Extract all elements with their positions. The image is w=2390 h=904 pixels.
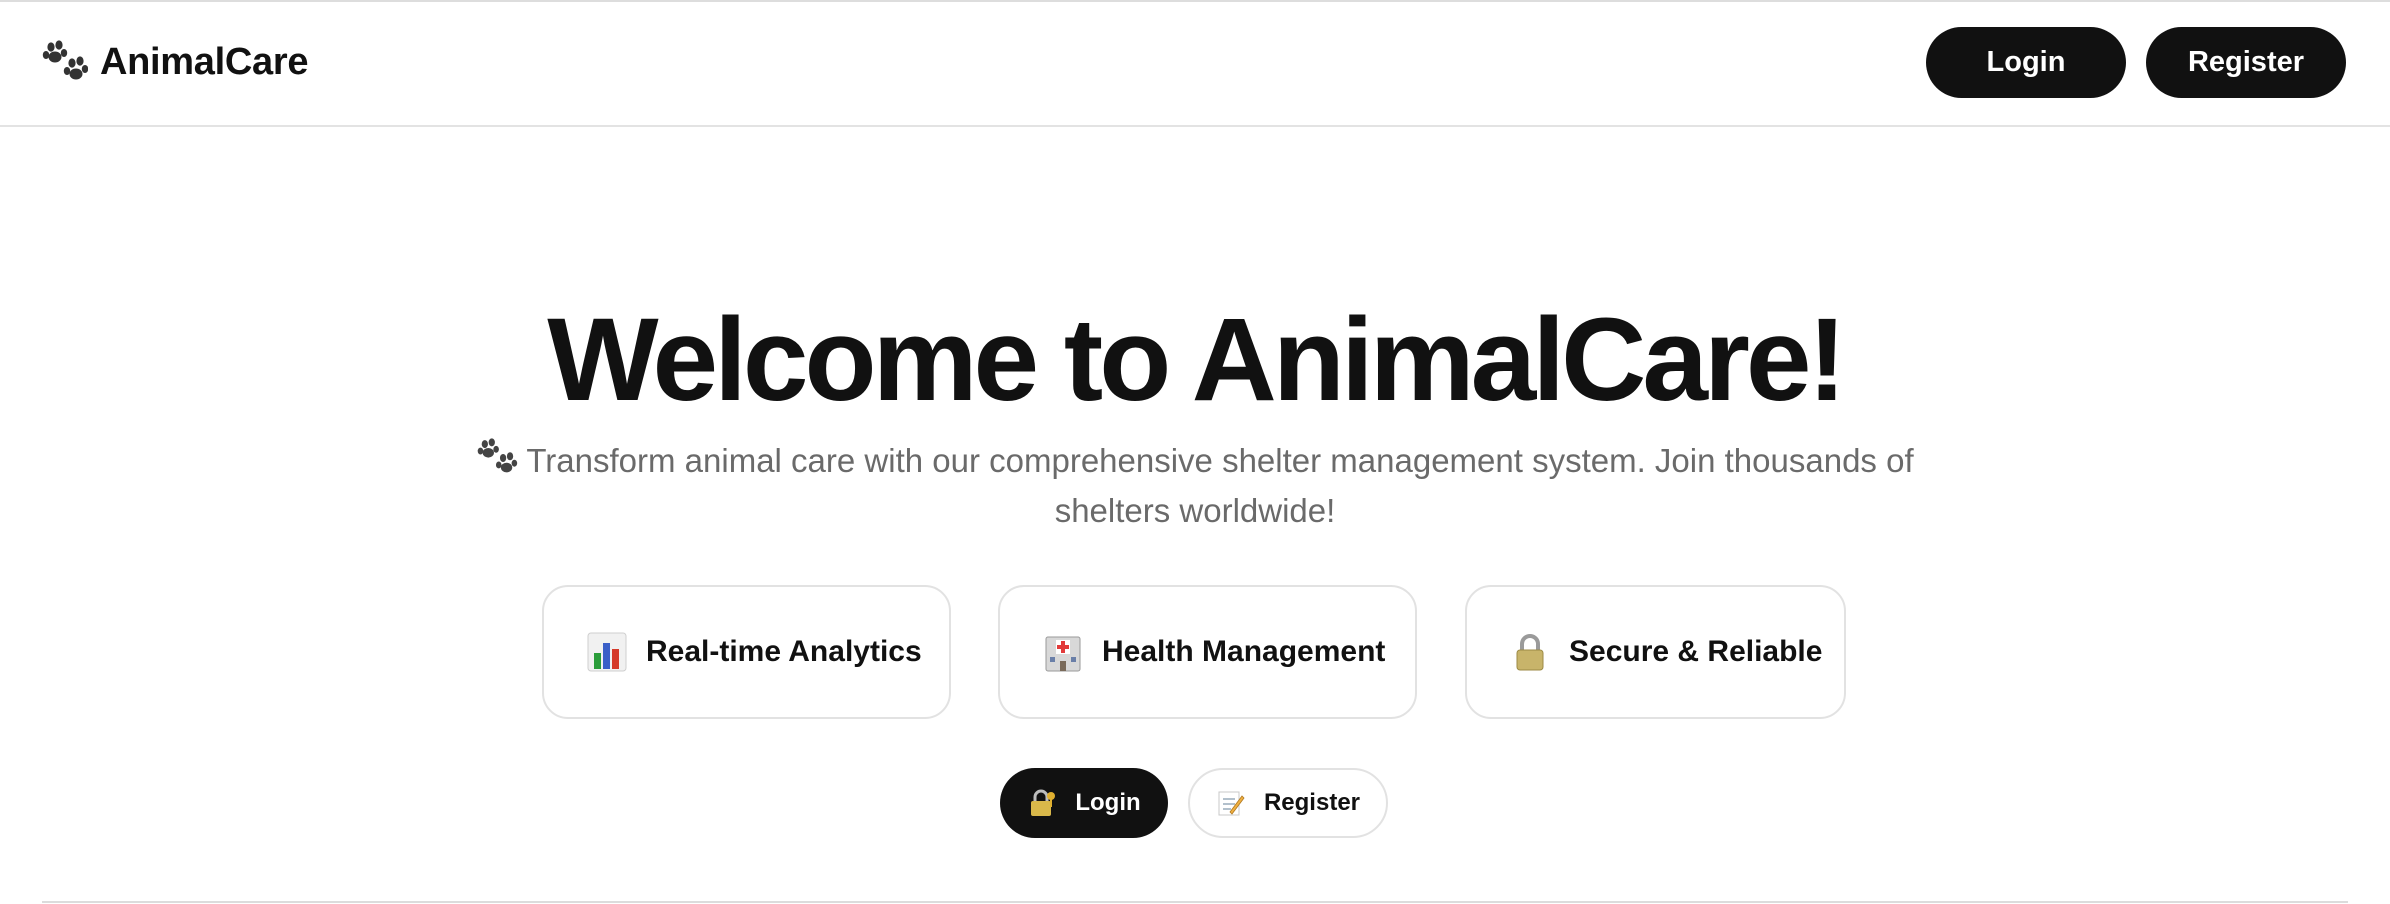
feature-label: Real-time Analytics [646, 635, 922, 668]
landing-page: AnimalCare Login Register Welcome to Ani… [0, 0, 2390, 904]
cta-login-button[interactable]: Login [1000, 768, 1168, 838]
feature-card-health: Health Management [998, 585, 1417, 719]
hero-title: Welcome to AnimalCare! [547, 294, 1847, 426]
feature-label: Health Management [1102, 635, 1386, 668]
feature-cards: Real-time Analytics Health Management Se… [0, 585, 2390, 719]
lock-icon [1509, 631, 1551, 673]
brand-name: AnimalCare [100, 41, 309, 83]
hero-subtitle: Transform animal care with our comprehen… [470, 436, 1920, 536]
cta-register-label: Register [1263, 789, 1361, 816]
feature-card-security: Secure & Reliable [1465, 585, 1846, 719]
cta-login-label: Login [1075, 789, 1141, 816]
lock-with-key-icon [1027, 788, 1057, 818]
bottom-divider [42, 901, 2348, 903]
header-nav: Login Register [1926, 27, 2346, 98]
feature-card-analytics: Real-time Analytics [542, 585, 951, 719]
header: AnimalCare Login Register [0, 0, 2390, 127]
hero-subtitle-text: Transform animal care with our comprehen… [526, 442, 1914, 529]
bar-chart-icon [586, 631, 628, 673]
cta-register-button[interactable]: Register [1188, 768, 1388, 838]
memo-icon [1216, 788, 1246, 818]
brand[interactable]: AnimalCare [42, 39, 309, 86]
paw-prints-icon [476, 438, 518, 478]
feature-label: Secure & Reliable [1569, 635, 1823, 668]
header-register-button[interactable]: Register [2146, 27, 2346, 98]
hospital-icon [1042, 631, 1084, 673]
paw-prints-icon [42, 39, 89, 86]
header-login-button[interactable]: Login [1926, 27, 2126, 98]
